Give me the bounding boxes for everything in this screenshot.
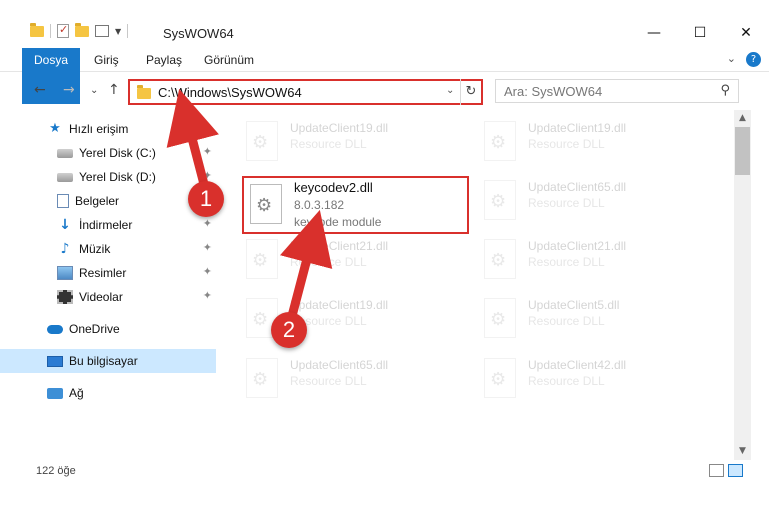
- callout-step-1: 1: [188, 181, 224, 217]
- explorer-window: ▼ SysWOW64 — ☐ ✕ Dosya Giriş Paylaş Görü…: [0, 0, 769, 508]
- annotation-arrows: [166, 88, 333, 318]
- arrow-to-file: [280, 209, 333, 318]
- callout-step-2: 2: [271, 312, 307, 348]
- arrow-to-address-bar: [166, 88, 219, 190]
